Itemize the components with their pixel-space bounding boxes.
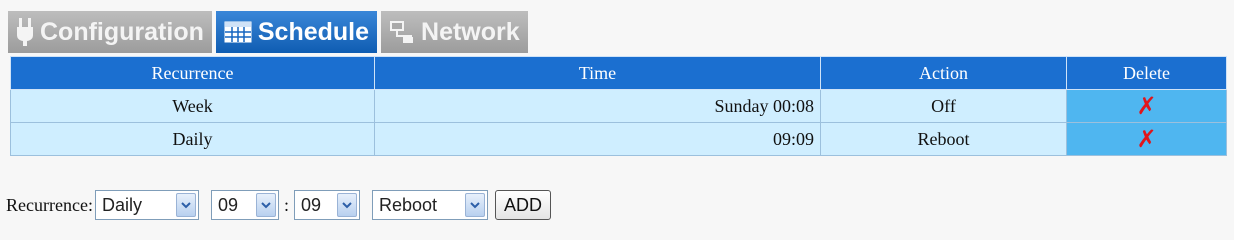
column-header-action: Action: [820, 56, 1067, 90]
tab-configuration-label: Configuration: [40, 17, 204, 46]
add-button[interactable]: ADD: [494, 190, 551, 220]
plug-icon: [16, 18, 34, 46]
time-separator: :: [283, 194, 289, 215]
time-cell: 09:09: [374, 122, 821, 156]
recurrence-cell: Week: [10, 89, 375, 123]
action-cell: Off: [820, 89, 1067, 123]
tab-configuration[interactable]: Configuration: [8, 11, 212, 53]
recurrence-cell: Daily: [10, 122, 375, 156]
schedule-table: Recurrence Time Action Delete Week Sunda…: [10, 56, 1227, 156]
tab-network-label: Network: [421, 17, 520, 46]
time-cell: Sunday 00:08: [374, 89, 821, 123]
action-select[interactable]: Reboot: [371, 190, 488, 220]
delete-x-icon: ✗: [1136, 124, 1157, 153]
column-header-delete: Delete: [1066, 56, 1227, 90]
chevron-down-icon: [255, 193, 276, 217]
chevron-down-icon: [175, 193, 196, 217]
hour-select-value: 09: [217, 194, 238, 215]
recurrence-select-value: Daily: [101, 194, 142, 215]
recurrence-label: Recurrence:: [6, 194, 93, 215]
minute-select-value: 09: [300, 194, 321, 215]
column-header-time: Time: [374, 56, 821, 90]
tab-schedule[interactable]: Schedule: [215, 11, 378, 53]
add-schedule-form: Recurrence: Daily 09 : 09 Reboot ADD: [6, 188, 551, 222]
action-select-value: Reboot: [378, 194, 438, 215]
delete-x-icon: ✗: [1136, 91, 1157, 120]
chevron-down-icon: [336, 193, 357, 217]
minute-select[interactable]: 09: [293, 190, 360, 220]
column-header-recurrence: Recurrence: [10, 56, 375, 90]
tab-bar: Configuration Schedule Network: [8, 11, 528, 53]
network-icon: [389, 20, 415, 44]
delete-button[interactable]: ✗: [1066, 89, 1227, 123]
chevron-down-icon: [464, 193, 485, 217]
tab-network[interactable]: Network: [381, 11, 528, 53]
recurrence-select[interactable]: Daily: [94, 190, 199, 220]
calendar-icon: [224, 21, 252, 43]
table-row: Daily 09:09 Reboot ✗: [10, 122, 1227, 156]
action-cell: Reboot: [820, 122, 1067, 156]
delete-button[interactable]: ✗: [1066, 122, 1227, 156]
hour-select[interactable]: 09: [210, 190, 279, 220]
table-header-row: Recurrence Time Action Delete: [10, 56, 1227, 90]
table-row: Week Sunday 00:08 Off ✗: [10, 89, 1227, 123]
tab-schedule-label: Schedule: [257, 17, 370, 46]
